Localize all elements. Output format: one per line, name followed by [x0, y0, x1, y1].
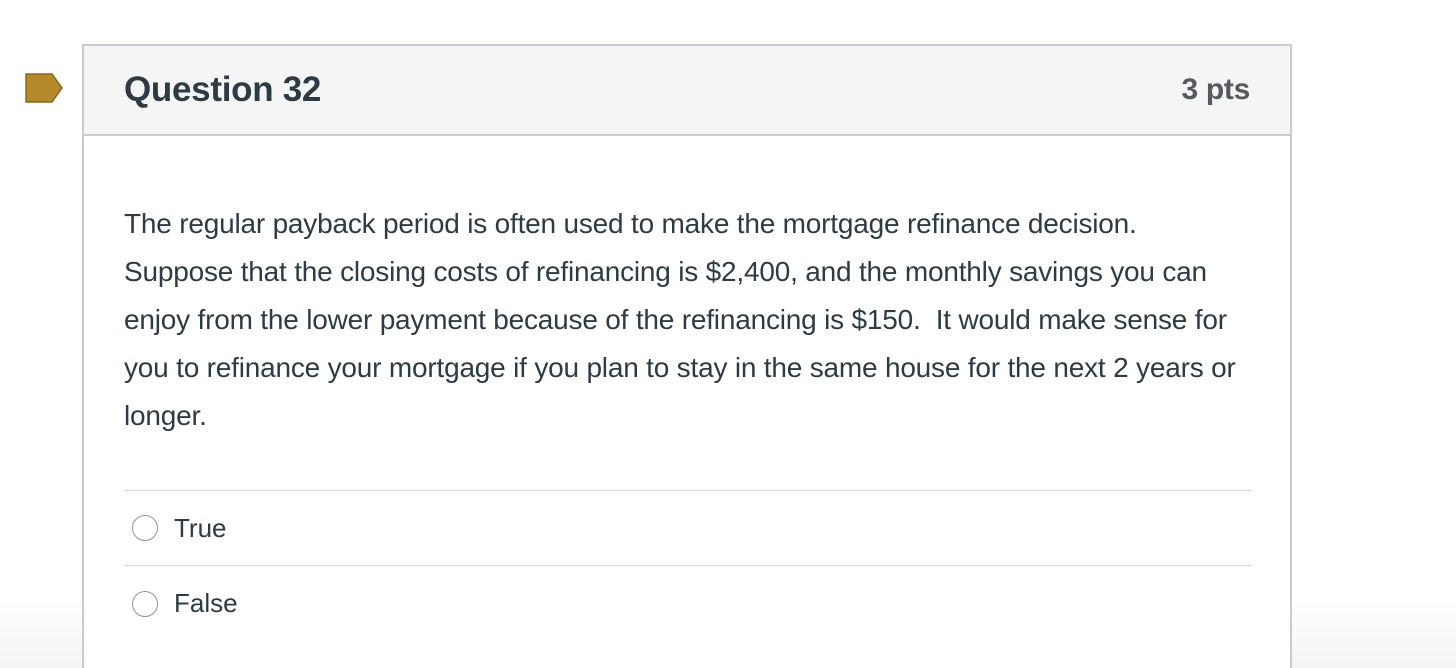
quiz-page: Question 32 3 pts The regular payback pe… — [0, 0, 1456, 668]
flag-icon[interactable] — [24, 72, 64, 104]
answer-list: True False — [124, 490, 1252, 641]
radio-unselected-icon[interactable] — [132, 590, 158, 617]
radio-unselected-icon[interactable] — [132, 515, 158, 541]
answer-label: False — [174, 588, 238, 618]
question-points: 3 pts — [1181, 73, 1250, 106]
question-text: The regular payback period is often used… — [124, 208, 1244, 431]
answer-option-true[interactable]: True — [124, 491, 1252, 566]
question-title: Question 32 — [124, 70, 322, 109]
question-body: The regular payback period is often used… — [84, 136, 1290, 641]
answer-label: True — [174, 512, 227, 543]
question-header: Question 32 3 pts — [84, 46, 1290, 136]
question-card: Question 32 3 pts The regular payback pe… — [82, 44, 1292, 668]
answer-option-false[interactable]: False — [124, 566, 1252, 641]
